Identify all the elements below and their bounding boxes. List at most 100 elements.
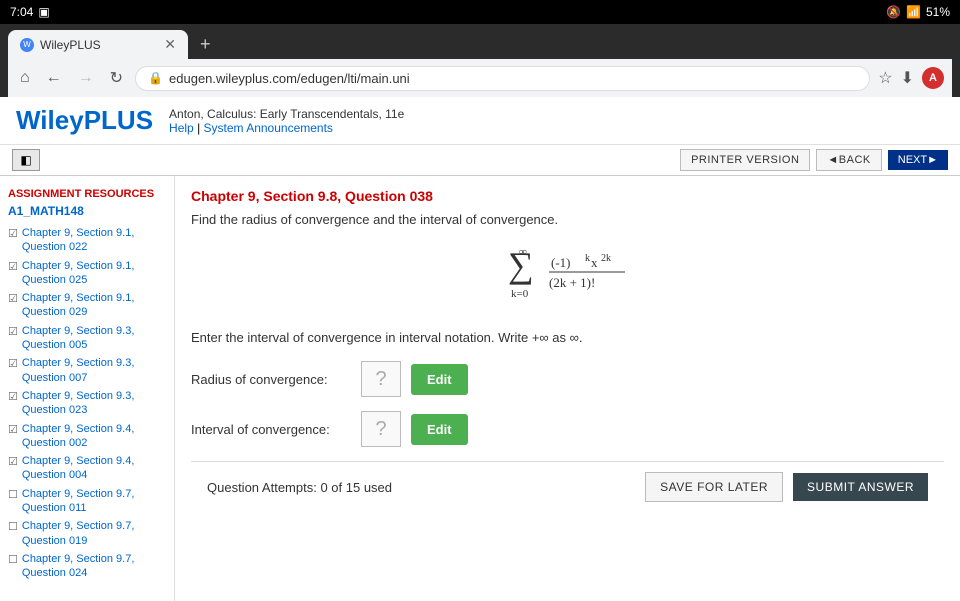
browser-chrome: W WileyPLUS ✕ + ⌂ ← → ↻ 🔒 edugen.wileypl… (0, 24, 960, 97)
header-info: Anton, Calculus: Early Transcendentals, … (169, 107, 404, 135)
toolbar-left: ◧ (12, 149, 40, 171)
sidebar-link-ch9-s3-q07[interactable]: Chapter 9, Section 9.3, Question 007 (22, 356, 166, 385)
list-item: ☑ Chapter 9, Section 9.1, Question 022 (4, 224, 170, 257)
home-button[interactable]: ⌂ (16, 65, 34, 91)
checkbox-icon: ☑ (8, 260, 18, 273)
logo-plus: PLUS (84, 105, 153, 135)
battery-display: 51% (926, 5, 950, 19)
sidebar-link-ch9-s3-q05[interactable]: Chapter 9, Section 9.3, Question 005 (22, 324, 166, 353)
sidebar-link-ch9-s7-q24[interactable]: Chapter 9, Section 9.7, Question 024 (22, 552, 166, 581)
sidebar-link-ch9-s1-q29[interactable]: Chapter 9, Section 9.1, Question 029 (22, 291, 166, 320)
toolbar-right: PRINTER VERSION ◄BACK NEXT► (680, 149, 948, 171)
wiley-logo: WileyPLUS (16, 105, 153, 136)
address-bar-row: ⌂ ← → ↻ 🔒 edugen.wileyplus.com/edugen/lt… (8, 59, 952, 97)
svg-text:2k: 2k (601, 253, 611, 264)
radius-placeholder: ? (361, 361, 401, 397)
svg-text:∞: ∞ (519, 246, 527, 258)
back-button[interactable]: ← (42, 65, 66, 91)
formula-container: ∑ k=0 ∞ (-1) k x 2k (2k + 1)! (191, 239, 944, 314)
formula-svg: ∑ k=0 ∞ (-1) k x 2k (2k + 1)! (503, 239, 633, 309)
lock-icon: 🔒 (148, 71, 163, 85)
next-nav-button[interactable]: NEXT► (888, 150, 948, 170)
radius-label: Radius of convergence: (191, 372, 351, 387)
list-item: ☑ Chapter 9, Section 9.3, Question 005 (4, 322, 170, 355)
status-bar-right: 🔕 📶 51% (886, 5, 950, 19)
checkbox-icon: ☑ (8, 390, 18, 403)
content-area: ASSIGNMENT RESOURCES A1_MATH148 ☑ Chapte… (0, 176, 960, 601)
interval-answer-row: Interval of convergence: ? Edit (191, 411, 944, 447)
camera-icon: ▣ (38, 5, 49, 19)
interval-prompt: Enter the interval of convergence in int… (191, 330, 944, 345)
status-bar: 7:04 ▣ 🔕 📶 51% (0, 0, 960, 24)
interval-placeholder: ? (361, 411, 401, 447)
submit-answer-button[interactable]: SUBMIT ANSWER (793, 473, 928, 501)
list-item: ☑ Chapter 9, Section 9.4, Question 002 (4, 420, 170, 453)
new-tab-button[interactable]: + (192, 30, 219, 59)
wifi-icon: 📶 (906, 5, 921, 19)
checkbox-icon: ☑ (8, 325, 18, 338)
attempts-text: Question Attempts: 0 of 15 used (207, 480, 392, 495)
interval-edit-button[interactable]: Edit (411, 414, 468, 445)
save-for-later-button[interactable]: SAVE FOR LATER (645, 472, 783, 502)
book-title: Anton, Calculus: Early Transcendentals, … (169, 107, 404, 121)
list-item: ☐ Chapter 9, Section 9.7, Question 024 (4, 550, 170, 583)
active-tab[interactable]: W WileyPLUS ✕ (8, 30, 188, 59)
url-display: edugen.wileyplus.com/edugen/lti/main.uni (169, 71, 410, 86)
checkbox-icon: ☐ (8, 553, 18, 566)
sidebar-section-title: ASSIGNMENT RESOURCES (4, 184, 170, 202)
list-item: ☑ Chapter 9, Section 9.1, Question 029 (4, 289, 170, 322)
address-bar[interactable]: 🔒 edugen.wileyplus.com/edugen/lti/main.u… (135, 66, 870, 91)
list-item: ☑ Chapter 9, Section 9.3, Question 007 (4, 354, 170, 387)
list-item: ☐ Chapter 9, Section 9.7, Question 011 (4, 485, 170, 518)
tab-close-button[interactable]: ✕ (164, 36, 176, 53)
sidebar: ASSIGNMENT RESOURCES A1_MATH148 ☑ Chapte… (0, 176, 175, 601)
sidebar-link-ch9-s7-q11[interactable]: Chapter 9, Section 9.7, Question 011 (22, 487, 166, 516)
announcements-link[interactable]: System Announcements (204, 121, 333, 135)
tab-title: WileyPLUS (40, 38, 101, 52)
status-bar-left: 7:04 ▣ (10, 5, 50, 19)
help-link[interactable]: Help (169, 121, 194, 135)
reload-button[interactable]: ↻ (106, 64, 127, 92)
printer-version-button[interactable]: PRINTER VERSION (680, 149, 810, 171)
sidebar-course-id[interactable]: A1_MATH148 (4, 202, 170, 224)
back-nav-button[interactable]: ◄BACK (816, 149, 881, 171)
sidebar-link-ch9-s4-q02[interactable]: Chapter 9, Section 9.4, Question 002 (22, 422, 166, 451)
question-header: Chapter 9, Section 9.8, Question 038 (191, 188, 944, 204)
svg-text:k: k (585, 253, 590, 264)
radius-edit-button[interactable]: Edit (411, 364, 468, 395)
app-container: WileyPLUS Anton, Calculus: Early Transce… (0, 97, 960, 601)
main-content: Chapter 9, Section 9.8, Question 038 Fin… (175, 176, 960, 601)
sidebar-link-ch9-s1-q25[interactable]: Chapter 9, Section 9.1, Question 025 (22, 259, 166, 288)
list-item: ☑ Chapter 9, Section 9.4, Question 004 (4, 452, 170, 485)
checkbox-icon: ☑ (8, 455, 18, 468)
svg-text:(2k + 1)!: (2k + 1)! (549, 275, 595, 290)
bookmark-icon[interactable]: ☆ (878, 68, 892, 88)
list-item: ☑ Chapter 9, Section 9.3, Question 023 (4, 387, 170, 420)
app-header: WileyPLUS Anton, Calculus: Early Transce… (0, 97, 960, 145)
address-bar-actions: ☆ ⬇ A (878, 67, 944, 89)
radius-answer-row: Radius of convergence: ? Edit (191, 361, 944, 397)
profile-avatar[interactable]: A (922, 67, 944, 89)
svg-text:(-1): (-1) (551, 255, 571, 270)
sidebar-link-ch9-s4-q04[interactable]: Chapter 9, Section 9.4, Question 004 (22, 454, 166, 483)
sidebar-link-ch9-s3-q23[interactable]: Chapter 9, Section 9.3, Question 023 (22, 389, 166, 418)
sidebar-link-ch9-s7-q19[interactable]: Chapter 9, Section 9.7, Question 019 (22, 519, 166, 548)
main-toolbar: ◧ PRINTER VERSION ◄BACK NEXT► (0, 145, 960, 176)
list-item: ☑ Chapter 9, Section 9.1, Question 025 (4, 257, 170, 290)
svg-text:x: x (591, 255, 598, 270)
footer-bar: Question Attempts: 0 of 15 used SAVE FOR… (191, 461, 944, 512)
tab-favicon: W (20, 38, 34, 52)
question-prompt: Find the radius of convergence and the i… (191, 212, 944, 227)
forward-button[interactable]: → (74, 65, 98, 91)
list-item: ☐ Chapter 9, Section 9.7, Question 019 (4, 517, 170, 550)
mute-icon: 🔕 (886, 5, 901, 19)
svg-text:k=0: k=0 (511, 288, 529, 300)
interval-label: Interval of convergence: (191, 422, 351, 437)
sidebar-link-ch9-s1-q22[interactable]: Chapter 9, Section 9.1, Question 022 (22, 226, 166, 255)
header-links: Help | System Announcements (169, 121, 404, 135)
checkbox-icon: ☑ (8, 292, 18, 305)
sidebar-toggle-button[interactable]: ◧ (12, 149, 40, 171)
checkbox-icon: ☐ (8, 488, 18, 501)
checkbox-icon: ☑ (8, 357, 18, 370)
download-icon[interactable]: ⬇ (901, 68, 914, 88)
